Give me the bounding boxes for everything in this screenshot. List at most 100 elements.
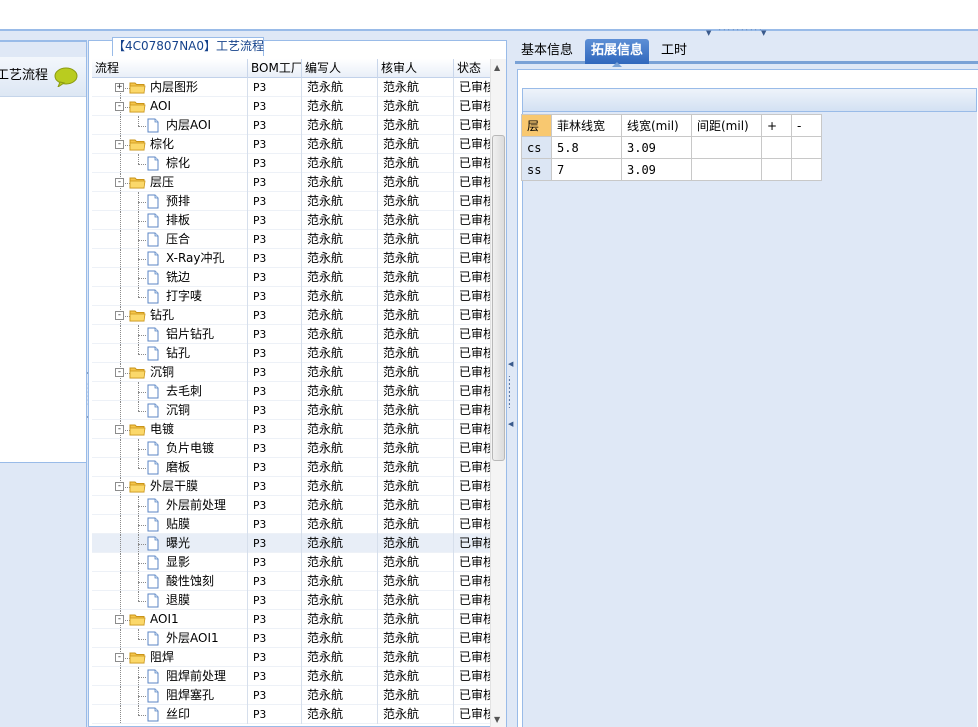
process-flow-tab[interactable]: 【4C07807NA0】工艺流程: [112, 37, 264, 56]
bom-factory-cell[interactable]: P3: [248, 553, 302, 572]
bom-factory-cell[interactable]: P3: [248, 629, 302, 648]
reviewer-cell[interactable]: 范永航: [378, 401, 454, 420]
flow-cell[interactable]: 阻焊前处理: [92, 667, 248, 686]
reviewer-cell[interactable]: 范永航: [378, 420, 454, 439]
writer-cell[interactable]: 范永航: [302, 78, 378, 97]
left-panel-title[interactable]: 工艺流程: [0, 66, 48, 86]
bom-factory-cell[interactable]: P3: [248, 439, 302, 458]
reviewer-cell[interactable]: 范永航: [378, 97, 454, 116]
bom-factory-cell[interactable]: P3: [248, 667, 302, 686]
reviewer-cell[interactable]: 范永航: [378, 686, 454, 705]
reviewer-cell[interactable]: 范永航: [378, 515, 454, 534]
flow-cell[interactable]: 内层AOI: [92, 116, 248, 135]
column-header-writer[interactable]: 编写人: [302, 59, 378, 78]
flow-cell[interactable]: - 阻焊: [92, 648, 248, 667]
bom-factory-cell[interactable]: P3: [248, 420, 302, 439]
table-row[interactable]: ss 7 3.09: [521, 158, 822, 181]
writer-cell[interactable]: 范永航: [302, 629, 378, 648]
bom-factory-cell[interactable]: P3: [248, 116, 302, 135]
status-cell[interactable]: 已审核: [454, 572, 490, 591]
bom-factory-cell[interactable]: P3: [248, 591, 302, 610]
reviewer-cell[interactable]: 范永航: [378, 211, 454, 230]
reviewer-cell[interactable]: 范永航: [378, 667, 454, 686]
table-row[interactable]: 去毛刺 P3 范永航 范永航 已审核: [92, 382, 490, 401]
table-row[interactable]: 打字唛 P3 范永航 范永航 已审核: [92, 287, 490, 306]
scroll-up-icon[interactable]: ▲: [494, 63, 500, 72]
writer-cell[interactable]: 范永航: [302, 648, 378, 667]
flow-cell[interactable]: 预排: [92, 192, 248, 211]
flow-cell[interactable]: 显影: [92, 553, 248, 572]
status-cell[interactable]: 已审核: [454, 610, 490, 629]
reviewer-cell[interactable]: 范永航: [378, 268, 454, 287]
bom-factory-cell[interactable]: P3: [248, 648, 302, 667]
table-row[interactable]: 排板 P3 范永航 范永航 已审核: [92, 211, 490, 230]
status-cell[interactable]: 已审核: [454, 78, 490, 97]
flow-cell[interactable]: - 沉铜: [92, 363, 248, 382]
writer-cell[interactable]: 范永航: [302, 230, 378, 249]
table-row[interactable]: 压合 P3 范永航 范永航 已审核: [92, 230, 490, 249]
reviewer-cell[interactable]: 范永航: [378, 591, 454, 610]
bom-factory-cell[interactable]: P3: [248, 610, 302, 629]
flow-cell[interactable]: - 电镀: [92, 420, 248, 439]
speech-bubble-icon[interactable]: [54, 67, 78, 87]
writer-cell[interactable]: 范永航: [302, 325, 378, 344]
collapse-icon[interactable]: -: [115, 615, 124, 624]
layer-cell[interactable]: ss: [521, 158, 552, 181]
writer-cell[interactable]: 范永航: [302, 553, 378, 572]
status-cell[interactable]: 已审核: [454, 496, 490, 515]
reviewer-cell[interactable]: 范永航: [378, 306, 454, 325]
reviewer-cell[interactable]: 范永航: [378, 629, 454, 648]
status-cell[interactable]: 已审核: [454, 553, 490, 572]
reviewer-cell[interactable]: 范永航: [378, 135, 454, 154]
reviewer-cell[interactable]: 范永航: [378, 496, 454, 515]
bom-factory-cell[interactable]: P3: [248, 306, 302, 325]
bom-factory-cell[interactable]: P3: [248, 515, 302, 534]
status-cell[interactable]: 已审核: [454, 477, 490, 496]
writer-cell[interactable]: 范永航: [302, 173, 378, 192]
reviewer-cell[interactable]: 范永航: [378, 363, 454, 382]
writer-cell[interactable]: 范永航: [302, 439, 378, 458]
reviewer-cell[interactable]: 范永航: [378, 249, 454, 268]
flow-cell[interactable]: 外层AOI1: [92, 629, 248, 648]
table-header-line-width[interactable]: 线宽(mil): [621, 114, 692, 137]
writer-cell[interactable]: 范永航: [302, 344, 378, 363]
bom-factory-cell[interactable]: P3: [248, 363, 302, 382]
writer-cell[interactable]: 范永航: [302, 610, 378, 629]
bom-factory-cell[interactable]: P3: [248, 78, 302, 97]
bom-factory-cell[interactable]: P3: [248, 154, 302, 173]
status-cell[interactable]: 已审核: [454, 382, 490, 401]
reviewer-cell[interactable]: 范永航: [378, 458, 454, 477]
table-row[interactable]: X-Ray冲孔 P3 范永航 范永航 已审核: [92, 249, 490, 268]
table-row[interactable]: 钻孔 P3 范永航 范永航 已审核: [92, 344, 490, 363]
tab-extended-info[interactable]: 拓展信息: [585, 39, 650, 67]
table-row[interactable]: - 层压 P3 范永航 范永航 已审核: [92, 173, 490, 192]
plus-cell[interactable]: [761, 158, 792, 181]
flow-cell[interactable]: 外层前处理: [92, 496, 248, 515]
table-row[interactable]: 丝印 P3 范永航 范永航 已审核: [92, 705, 490, 724]
table-row[interactable]: - AOI P3 范永航 范永航 已审核: [92, 97, 490, 116]
table-row[interactable]: 阻焊塞孔 P3 范永航 范永航 已审核: [92, 686, 490, 705]
writer-cell[interactable]: 范永航: [302, 135, 378, 154]
table-row[interactable]: + 内层图形 P3 范永航 范永航 已审核: [92, 78, 490, 97]
writer-cell[interactable]: 范永航: [302, 458, 378, 477]
flow-cell[interactable]: 去毛刺: [92, 382, 248, 401]
minus-cell[interactable]: [791, 136, 822, 159]
writer-cell[interactable]: 范永航: [302, 192, 378, 211]
reviewer-cell[interactable]: 范永航: [378, 78, 454, 97]
bom-factory-cell[interactable]: P3: [248, 192, 302, 211]
status-cell[interactable]: 已审核: [454, 591, 490, 610]
flow-cell[interactable]: 贴膜: [92, 515, 248, 534]
table-row[interactable]: 铝片钻孔 P3 范永航 范永航 已审核: [92, 325, 490, 344]
collapse-icon[interactable]: -: [115, 102, 124, 111]
bom-factory-cell[interactable]: P3: [248, 325, 302, 344]
status-cell[interactable]: 已审核: [454, 629, 490, 648]
collapse-icon[interactable]: -: [115, 140, 124, 149]
layer-cell[interactable]: cs: [521, 136, 552, 159]
writer-cell[interactable]: 范永航: [302, 420, 378, 439]
table-row[interactable]: 外层前处理 P3 范永航 范永航 已审核: [92, 496, 490, 515]
status-cell[interactable]: 已审核: [454, 249, 490, 268]
writer-cell[interactable]: 范永航: [302, 572, 378, 591]
spacing-cell[interactable]: [691, 158, 762, 181]
table-row[interactable]: 退膜 P3 范永航 范永航 已审核: [92, 591, 490, 610]
reviewer-cell[interactable]: 范永航: [378, 116, 454, 135]
